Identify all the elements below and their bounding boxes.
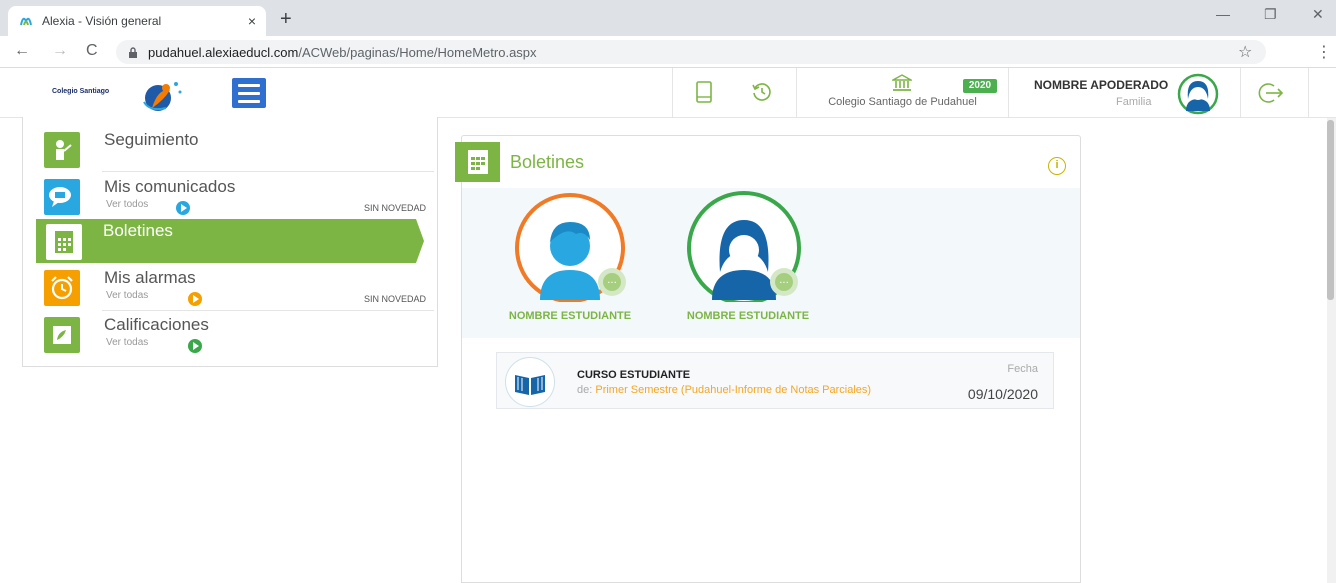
new-tab-button[interactable]: +	[280, 8, 292, 31]
ver-todos-link[interactable]: Ver todos	[106, 199, 148, 210]
institution-icon	[892, 74, 912, 91]
panel-title: Boletines	[510, 152, 585, 172]
sidebar-item-comunicados[interactable]: Mis comunicados Ver todos SIN NOVEDAD	[36, 173, 426, 219]
logout-icon[interactable]	[1256, 80, 1284, 106]
browser-menu-icon[interactable]: ⋮	[1316, 42, 1332, 62]
app-header: Colegio Santiago Colegio Santiago de Pud…	[0, 68, 1336, 118]
student-boy-avatar-icon: ···	[515, 193, 626, 303]
report-icon	[46, 224, 82, 260]
bookmark-star-icon[interactable]: ☆	[1238, 42, 1252, 62]
course-name: CURSO ESTUDIANTE	[577, 369, 691, 381]
sidebar-divider	[102, 171, 434, 172]
reload-button[interactable]: C	[86, 42, 98, 60]
sidebar-item-label: Mis comunicados	[104, 177, 236, 196]
date-label: Fecha	[1007, 363, 1038, 375]
url-host: pudahuel.alexiaeducl.com	[148, 44, 299, 60]
sidebar-item-label: Boletines	[103, 221, 173, 240]
school-selector[interactable]: Colegio Santiago de Pudahuel	[800, 68, 1005, 118]
alexia-favicon-icon	[20, 17, 32, 26]
menu-line	[238, 99, 260, 103]
report-icon	[455, 142, 500, 182]
school-logo[interactable]: Colegio Santiago	[52, 76, 187, 114]
sidebar-item-alarmas[interactable]: Mis alarmas Ver todas SIN NOVEDAD	[36, 264, 426, 310]
menu-line	[238, 91, 260, 95]
chat-icon	[44, 179, 80, 215]
sidebar-item-calificaciones[interactable]: Calificaciones Ver todas	[36, 311, 426, 357]
student-name: NOMBRE ESTUDIANTE	[508, 310, 632, 322]
address-bar: ← → C pudahuel.alexiaeducl.com/ACWeb/pag…	[0, 36, 1336, 68]
status-text: SIN NOVEDAD	[363, 203, 426, 213]
sidebar-item-label: Calificaciones	[104, 315, 209, 334]
menu-line	[238, 83, 260, 87]
year-badge[interactable]: 2020	[963, 79, 997, 93]
info-icon[interactable]: i	[1048, 157, 1066, 175]
student-girl-avatar-icon: ···	[687, 191, 801, 305]
report-record-row[interactable]: CURSO ESTUDIANTE de: Primer Semestre (Pu…	[496, 352, 1054, 409]
scroll-thumb[interactable]	[1327, 120, 1334, 300]
alarm-icon	[44, 270, 80, 306]
de-label: de:	[577, 384, 593, 396]
period-text[interactable]: Primer Semestre (Pudahuel-Informe de Not…	[595, 384, 871, 396]
tablet-icon[interactable]	[692, 80, 716, 104]
restore-button[interactable]: ❐	[1264, 6, 1277, 23]
play-icon[interactable]	[188, 339, 202, 353]
sidebar-item-label: Seguimiento	[104, 130, 199, 149]
sidebar-item-label: Mis alarmas	[104, 268, 196, 287]
minimize-button[interactable]: —	[1216, 6, 1230, 22]
url-input[interactable]: pudahuel.alexiaeducl.com/ACWeb/paginas/H…	[116, 40, 1266, 64]
student-card[interactable]: ··· NOMBRE ESTUDIANTE	[668, 190, 818, 330]
logo-text: Colegio Santiago	[52, 88, 110, 95]
guardian-role: Familia	[1116, 96, 1152, 108]
guardian-name: NOMBRE APODERADO	[1034, 78, 1169, 92]
ver-todas-link[interactable]: Ver todas	[106, 290, 148, 301]
svg-text:···: ···	[607, 278, 617, 289]
close-tab-icon[interactable]: ×	[248, 13, 256, 29]
header-divider	[1308, 68, 1309, 118]
school-name: Colegio Santiago de Pudahuel	[828, 96, 977, 108]
tab-title: Alexia - Visión general	[42, 14, 162, 28]
sidebar-item-seguimiento[interactable]: Seguimiento	[36, 126, 426, 172]
lock-icon	[129, 46, 137, 58]
logo-emblem-icon	[143, 82, 182, 111]
student-card[interactable]: ··· NOMBRE ESTUDIANTE	[490, 190, 640, 330]
report-period: de: Primer Semestre (Pudahuel-Informe de…	[577, 385, 877, 396]
hamburger-menu-button[interactable]	[232, 78, 266, 108]
tracking-icon	[44, 132, 80, 168]
user-avatar[interactable]	[1173, 73, 1223, 115]
header-divider	[672, 68, 673, 118]
play-icon[interactable]	[188, 292, 202, 306]
browser-tab-bar: Alexia - Visión general × + — ❐ ✕	[0, 0, 1336, 36]
sidebar-item-boletines[interactable]: Boletines	[36, 219, 424, 263]
header-divider	[796, 68, 797, 118]
svg-text:···: ···	[779, 278, 789, 289]
close-window-button[interactable]: ✕	[1312, 6, 1324, 23]
url-path: /ACWeb/paginas/Home/HomeMetro.aspx	[298, 44, 537, 60]
ver-todas-link[interactable]: Ver todas	[106, 337, 148, 348]
play-icon[interactable]	[176, 201, 190, 215]
report-date: 09/10/2020	[967, 386, 1038, 402]
grades-icon	[44, 317, 80, 353]
book-icon	[505, 357, 555, 407]
history-icon[interactable]	[750, 80, 774, 104]
header-divider	[1008, 68, 1009, 118]
browser-tab[interactable]: Alexia - Visión general ×	[8, 6, 266, 36]
page-scrollbar[interactable]	[1327, 118, 1336, 583]
header-divider	[1240, 68, 1241, 118]
back-button[interactable]: ←	[14, 42, 30, 60]
student-name: NOMBRE ESTUDIANTE	[686, 310, 810, 322]
forward-button[interactable]: →	[52, 42, 68, 60]
status-text: SIN NOVEDAD	[363, 294, 426, 304]
